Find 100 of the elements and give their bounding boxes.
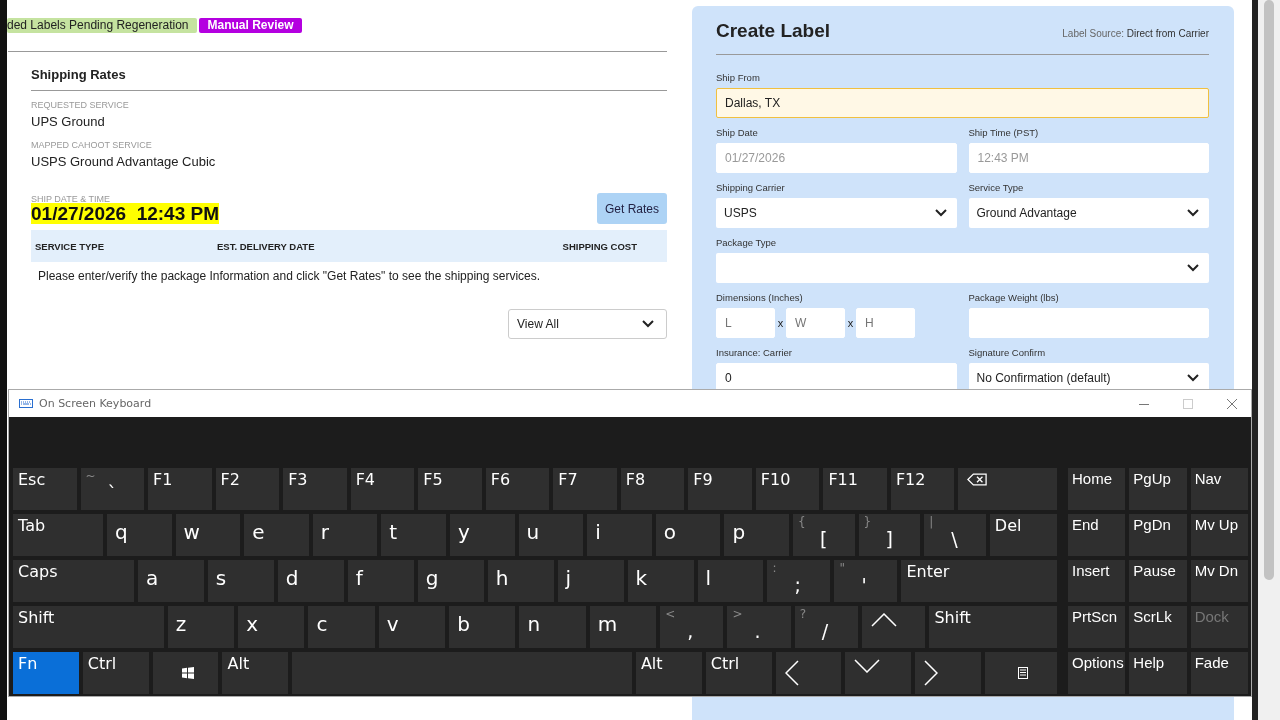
keyboard-key[interactable]: u (518, 514, 584, 556)
up-arrow-key[interactable] (862, 606, 926, 648)
keyboard-key[interactable]: Home (1068, 468, 1126, 510)
keyboard-key[interactable]: PgUp (1129, 468, 1187, 510)
keyboard-key[interactable]: q (106, 514, 172, 556)
scrollbar-thumb[interactable] (1264, 0, 1274, 580)
field-value: USPS Ground Advantage Cubic (31, 153, 217, 171)
keyboard-key[interactable]: F1 (148, 468, 212, 510)
keyboard-key[interactable]: o (655, 514, 721, 556)
field-label: Ship Time (PST) (968, 127, 1040, 139)
keyboard-key[interactable]: Pause (1129, 560, 1187, 602)
keyboard-key[interactable]: k (627, 560, 694, 602)
keyboard-key[interactable]: ScrLk (1129, 606, 1187, 648)
chevron-down-icon (1187, 209, 1199, 217)
keyboard-key[interactable]: e (244, 514, 309, 556)
keyboard-key[interactable]: y (449, 514, 515, 556)
keyboard-key[interactable]: Ctrl (705, 652, 772, 694)
input-field[interactable]: Dallas, TX (716, 88, 1209, 118)
keyboard-key[interactable]: c (308, 606, 375, 648)
keyboard-key[interactable]: p (724, 514, 789, 556)
keyboard-key[interactable]: n (519, 606, 586, 648)
left-arrow-key[interactable] (775, 652, 842, 694)
column-header: SHIPPING COST (562, 240, 638, 252)
view-filter-dropdown[interactable]: View All (508, 309, 667, 339)
keyboard-key[interactable]: l (697, 560, 764, 602)
dimension-field[interactable]: L (716, 308, 775, 338)
keyboard-key[interactable]: z (167, 606, 235, 648)
column-header: EST. DELIVERY DATE (217, 240, 316, 252)
keyboard-key[interactable]: " ' (834, 560, 898, 602)
keyboard-key[interactable]: d (277, 560, 344, 602)
keyboard-key[interactable]: PgDn (1129, 514, 1187, 556)
get-rates-button[interactable]: Get Rates (597, 193, 667, 224)
keyboard-key[interactable]: x (238, 606, 305, 648)
keyboard-key[interactable]: r (312, 514, 378, 556)
keyboard-key[interactable]: F6 (485, 468, 550, 510)
keyboard-key[interactable]: : ; (767, 560, 831, 602)
keyboard-key[interactable]: Shift (929, 606, 1057, 648)
down-arrow-key[interactable] (845, 652, 912, 694)
keyboard-key[interactable]: a (137, 560, 204, 602)
keyboard-key[interactable]: Tab (13, 514, 103, 556)
keyboard-key[interactable]: j (557, 560, 624, 602)
keyboard-key[interactable]: F5 (418, 468, 482, 510)
keyboard-key[interactable]: t (381, 514, 446, 556)
keyboard-key[interactable]: ~ ` (80, 468, 145, 510)
keyboard-key[interactable]: b (449, 606, 516, 648)
menu-key[interactable] (985, 652, 1057, 694)
keyboard-key[interactable]: F9 (688, 468, 752, 510)
input-field[interactable] (968, 308, 1209, 338)
keyboard-key[interactable]: F8 (620, 468, 685, 510)
keyboard-key[interactable]: Shift (13, 606, 164, 648)
keyboard-key[interactable]: Mv Dn (1190, 560, 1248, 602)
keyboard-key[interactable]: F7 (553, 468, 617, 510)
chevron-down-icon (934, 209, 947, 217)
keyboard-key[interactable]: F2 (215, 468, 280, 510)
keyboard-key[interactable]: g (417, 560, 484, 602)
keyboard-key[interactable]: F3 (283, 468, 347, 510)
keyboard-key[interactable]: i (587, 514, 652, 556)
keyboard-key[interactable]: End (1068, 514, 1126, 556)
backspace-key[interactable] (958, 468, 1058, 510)
keyboard-key[interactable]: F12 (890, 468, 955, 510)
keyboard-key[interactable]: Esc (13, 468, 77, 510)
keyboard-key[interactable]: Enter (901, 560, 1058, 602)
keyboard-key[interactable]: F4 (350, 468, 415, 510)
dropdown-field[interactable] (716, 253, 1209, 283)
close-icon[interactable] (1227, 398, 1237, 409)
keyboard-key[interactable]: Options (1068, 652, 1126, 694)
keyboard-key[interactable]: F11 (823, 468, 887, 510)
keyboard-key[interactable]: Alt (635, 652, 702, 694)
keyboard-key[interactable]: > . (727, 606, 791, 648)
dropdown-field[interactable]: USPS (716, 198, 957, 228)
right-arrow-key[interactable] (915, 652, 982, 694)
document-icon (1018, 667, 1029, 679)
keyboard-key[interactable]: s (207, 560, 274, 602)
keyboard-key[interactable]: v (378, 606, 446, 648)
keyboard-key[interactable]: Fade (1190, 652, 1248, 694)
keyboard-key[interactable]: Caps (13, 560, 134, 602)
keyboard-key[interactable]: } ] (858, 514, 921, 556)
keyboard-key[interactable]: Help (1129, 652, 1187, 694)
keyboard-key[interactable]: Fn (13, 652, 79, 694)
keyboard-key[interactable]: { [ (793, 514, 855, 556)
dimension-field[interactable]: H (856, 308, 915, 338)
keyboard-key[interactable]: w (175, 514, 241, 556)
dropdown-field[interactable]: Ground Advantage (968, 198, 1209, 228)
scrollbar[interactable] (1258, 0, 1280, 720)
keyboard-key[interactable]: F10 (755, 468, 820, 510)
keyboard-key[interactable]: Mv Up (1190, 514, 1248, 556)
keyboard-key[interactable]: Insert (1068, 560, 1126, 602)
keyboard-key[interactable]: < , (660, 606, 724, 648)
keyboard-key[interactable]: Del (989, 514, 1058, 556)
keyboard-key[interactable]: f (347, 560, 414, 602)
keyboard-key[interactable]: Ctrl (82, 652, 149, 694)
keyboard-key[interactable]: Alt (222, 652, 289, 694)
keyboard-key[interactable]: PrtScn (1068, 606, 1126, 648)
keyboard-key[interactable]: ? / (794, 606, 859, 648)
keyboard-key[interactable]: h (487, 560, 554, 602)
keyboard-key[interactable]: m (589, 606, 657, 648)
keyboard-key[interactable]: | \ (924, 514, 986, 556)
windows-key[interactable] (152, 652, 219, 694)
keyboard-key[interactable]: Nav (1190, 468, 1248, 510)
dimension-field[interactable]: W (786, 308, 845, 338)
